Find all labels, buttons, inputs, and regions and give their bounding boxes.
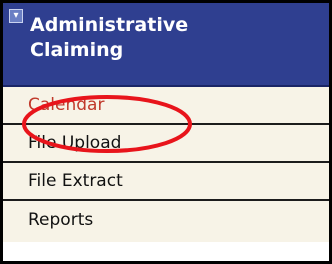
navigation-panel: ▾ Administrative Claiming Calendar File … <box>0 0 332 264</box>
menu-item-file-upload[interactable]: File Upload <box>3 125 329 163</box>
menu-item-label: Reports <box>28 210 94 230</box>
menu-item-label: Calendar <box>28 95 105 115</box>
menu-item-label: File Upload <box>28 133 122 153</box>
menu-section-header[interactable]: ▾ Administrative Claiming <box>3 3 329 87</box>
collapse-arrow-icon[interactable]: ▾ <box>9 9 23 23</box>
menu-item-reports[interactable]: Reports <box>3 201 329 242</box>
menu-item-label: File Extract <box>28 171 123 191</box>
menu-item-file-extract[interactable]: File Extract <box>3 163 329 201</box>
menu-section-title: Administrative Claiming <box>30 14 189 61</box>
menu-list: Calendar File Upload File Extract Report… <box>3 87 329 242</box>
menu-item-calendar[interactable]: Calendar <box>3 87 329 125</box>
